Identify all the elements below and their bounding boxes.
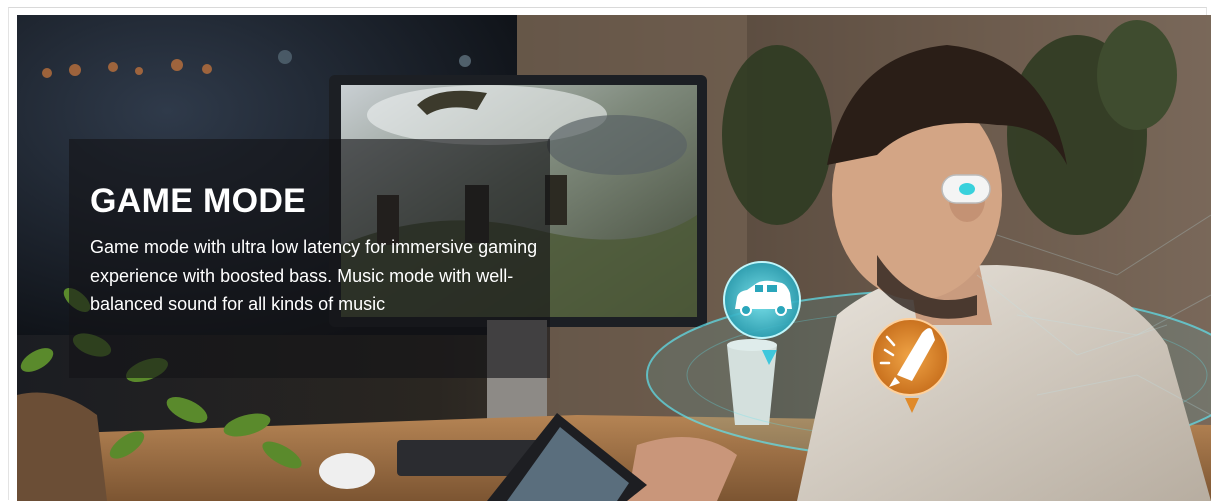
earbud	[941, 174, 991, 204]
banner-title: GAME MODE	[90, 182, 307, 220]
game-mode-banner: GAME MODE Game mode with ultra low laten…	[17, 15, 1211, 501]
banner-description: Game mode with ultra low latency for imm…	[90, 237, 538, 314]
desk-speaker	[319, 453, 375, 489]
text-panel: GAME MODE Game mode with ultra low laten…	[69, 139, 550, 378]
